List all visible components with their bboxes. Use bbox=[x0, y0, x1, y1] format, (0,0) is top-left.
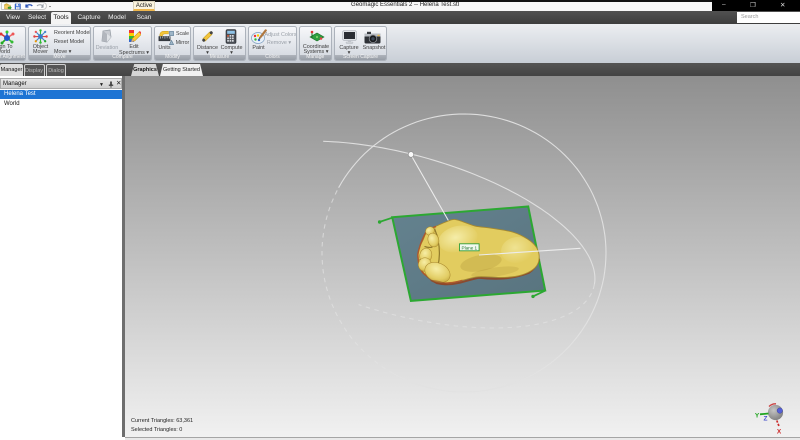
svg-text:Plane 1: Plane 1 bbox=[462, 245, 478, 250]
svg-text:Y: Y bbox=[755, 413, 760, 420]
svg-text:X: X bbox=[777, 429, 782, 436]
svg-text:Z: Z bbox=[764, 416, 768, 423]
